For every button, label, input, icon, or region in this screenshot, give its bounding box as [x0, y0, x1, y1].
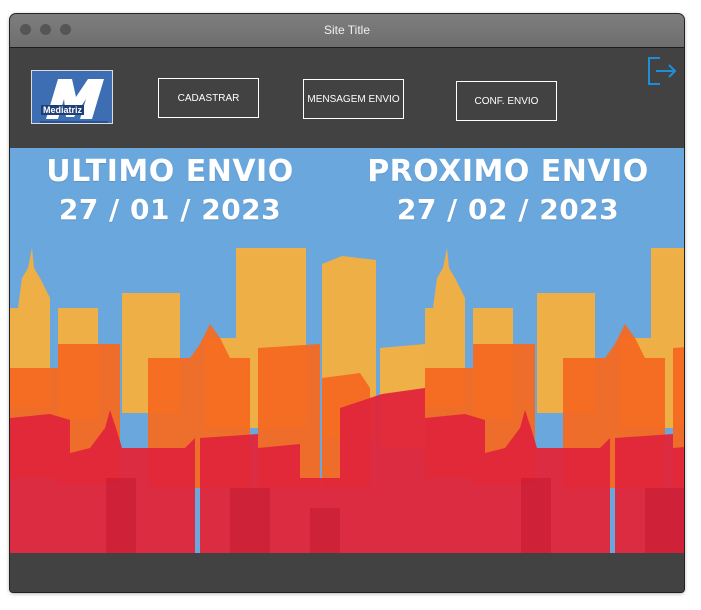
conf-envio-button[interactable]: CONF. ENVIO	[456, 81, 557, 121]
proximo-envio-date: 27 / 02 / 2023	[396, 193, 620, 226]
proximo-envio-block: PROXIMO ENVIO 27 / 02 / 2023	[360, 154, 656, 230]
cadastrar-button[interactable]: CADASTRAR	[158, 78, 259, 118]
schedule-banner: ULTIMO ENVIO 27 / 01 / 2023 PROXIMO ENVI…	[10, 148, 684, 553]
ultimo-envio-label: ULTIMO ENVIO	[46, 154, 294, 189]
mensagem-envio-button[interactable]: MENSAGEM ENVIO	[303, 79, 404, 119]
window-title: Site Title	[323, 23, 371, 37]
toolbar: Mediatriz CADASTRAR MENSAGEM ENVIO CONF.…	[10, 48, 684, 148]
title-bar[interactable]: Site Title	[10, 14, 684, 48]
footer-bar	[10, 553, 684, 592]
mediatriz-logo: Mediatriz	[31, 70, 113, 124]
logout-icon[interactable]	[644, 54, 680, 88]
logo-text: Mediatriz	[41, 105, 85, 115]
proximo-envio-label: PROXIMO ENVIO	[367, 154, 649, 189]
ultimo-envio-block: ULTIMO ENVIO 27 / 01 / 2023	[20, 154, 320, 230]
app-window: Site Title Mediatriz CADASTRAR MENSAGEM …	[10, 14, 684, 592]
ultimo-envio-date: 27 / 01 / 2023	[58, 193, 282, 226]
